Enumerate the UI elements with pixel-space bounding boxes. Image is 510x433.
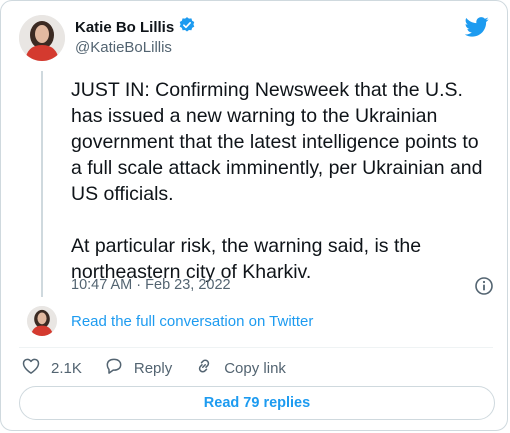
conversation-avatar	[27, 306, 57, 336]
link-icon	[194, 356, 214, 380]
embedded-tweet-card: Katie Bo Lillis @KatieBoLillis JUST IN: …	[0, 0, 508, 431]
copy-link-label: Copy link	[224, 359, 286, 377]
author-handle[interactable]: @KatieBoLillis	[75, 39, 172, 56]
author-name[interactable]: Katie Bo Lillis	[75, 19, 174, 36]
reply-label: Reply	[133, 359, 173, 377]
tweet-text: JUST IN: Confirming Newsweek that the U.…	[71, 77, 491, 285]
info-icon[interactable]	[474, 276, 494, 301]
like-button[interactable]: 2.1K	[21, 356, 82, 380]
reply-icon	[104, 356, 124, 380]
action-bar: 2.1K Reply Copy link	[21, 356, 308, 380]
tweet-paragraph: JUST IN: Confirming Newsweek that the U.…	[71, 79, 483, 205]
like-count: 2.1K	[51, 359, 82, 377]
twitter-bird-icon[interactable]	[464, 17, 489, 42]
read-replies-button[interactable]: Read 79 replies	[19, 386, 495, 420]
reply-button[interactable]: Reply	[104, 356, 172, 380]
thread-line	[41, 71, 43, 297]
divider	[19, 347, 493, 348]
read-conversation-link[interactable]: Read the full conversation on Twitter	[71, 313, 313, 330]
heart-icon	[21, 356, 41, 380]
author-avatar[interactable]	[19, 15, 65, 61]
author-name-row: Katie Bo Lillis	[75, 16, 196, 39]
copy-link-button[interactable]: Copy link	[194, 356, 286, 380]
verified-badge-icon	[178, 16, 196, 39]
tweet-timestamp[interactable]: 10:47 AM · Feb 23, 2022	[71, 277, 231, 293]
